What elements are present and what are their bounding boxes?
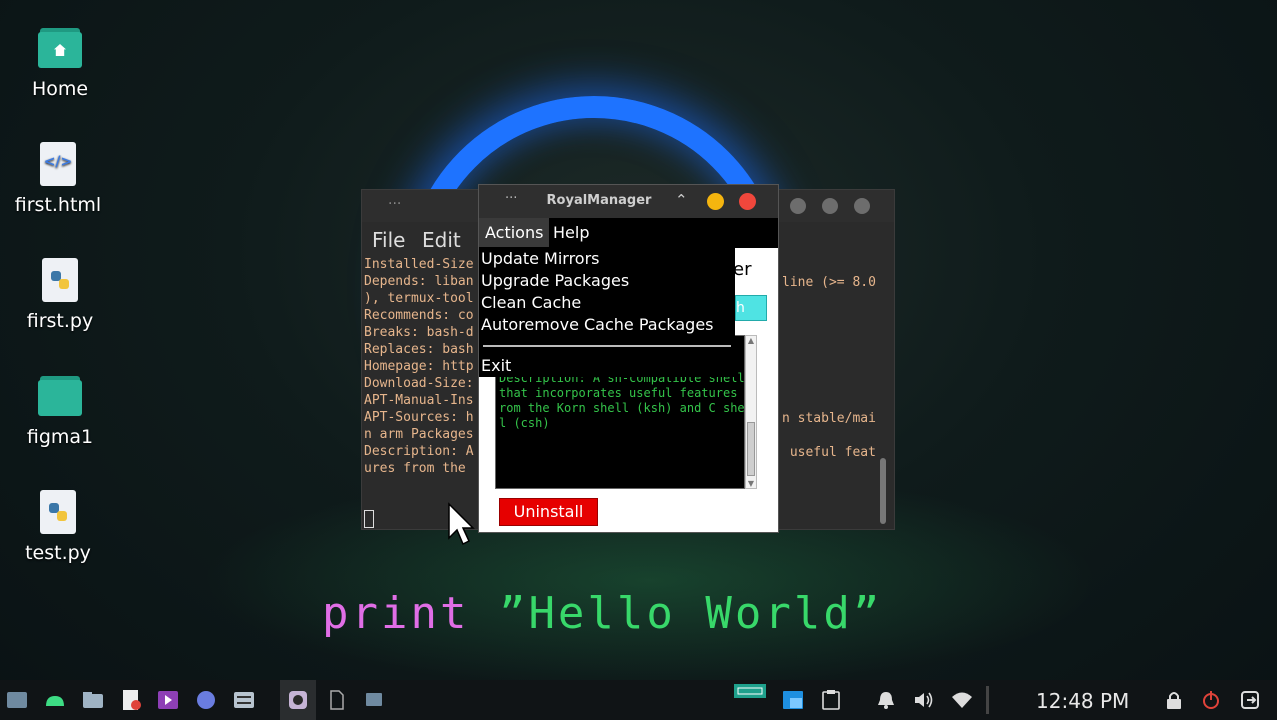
desktop-icon-label: first.html: [14, 194, 102, 216]
terminal-task-icon[interactable]: [363, 690, 385, 710]
mouse-pointer-icon: [448, 502, 475, 546]
uninstall-button[interactable]: Uninstall: [499, 498, 598, 526]
actions-dropdown-menu: Update Mirrors Upgrade Packages Clean Ca…: [479, 247, 735, 377]
media-player-icon[interactable]: [157, 690, 179, 710]
terminal-menu-edit[interactable]: Edit: [422, 228, 461, 252]
close-button[interactable]: [739, 193, 756, 210]
scroll-up-icon[interactable]: ▲: [746, 336, 756, 345]
bell-icon[interactable]: [875, 690, 897, 710]
royalmanager-heading: er: [733, 259, 752, 280]
power-icon[interactable]: [1200, 690, 1222, 710]
terminal-up-button[interactable]: [790, 198, 806, 214]
menu-item-autoremove-cache-packages[interactable]: Autoremove Cache Packages: [481, 315, 714, 334]
menu-help[interactable]: Help: [547, 218, 595, 248]
python-file-icon: [36, 490, 80, 534]
desktop-icon-figma1[interactable]: figma1: [5, 374, 115, 448]
desktop-icon-test-py[interactable]: test.py: [3, 490, 113, 564]
desktop-icon-label: test.py: [25, 542, 91, 564]
minimize-button[interactable]: [707, 193, 724, 210]
textbox-line: l (csh): [499, 416, 550, 430]
terminal-output-right: line (>= 8.0 n stable/mai useful feat: [782, 274, 882, 461]
wifi-icon[interactable]: [951, 690, 973, 710]
window-menu-icon[interactable]: ···: [388, 196, 401, 212]
keyboard-icon[interactable]: [734, 684, 766, 698]
show-desktop-icon[interactable]: [6, 690, 28, 710]
royalmanager-menubar: Actions Help: [479, 218, 778, 248]
royalmanager-task-icon[interactable]: [287, 690, 309, 710]
royalmanager-titlebar[interactable]: ··· RoyalManager ⌃: [479, 185, 778, 218]
wallpaper-text: print ”Hello World”: [322, 588, 882, 639]
wallpaper-string: ”Hello World”: [498, 588, 883, 639]
desktop-icon-first-html[interactable]: </> first.html: [3, 142, 113, 216]
terminal-cursor: [364, 510, 374, 528]
textbox-line: rom the Korn shell (ksh) and C shel: [499, 401, 745, 415]
terminal-menu-file[interactable]: File: [372, 228, 405, 252]
taskbar: 12:48 PM: [0, 680, 1277, 720]
menu-actions[interactable]: Actions: [479, 218, 550, 248]
terminal-scrollbar[interactable]: [880, 458, 886, 524]
settings-icon[interactable]: [233, 690, 255, 710]
android-icon[interactable]: [44, 690, 66, 710]
browser-icon[interactable]: [195, 690, 217, 710]
terminal-line: n stable/mai: [782, 411, 876, 426]
logout-icon[interactable]: [1239, 690, 1261, 710]
document-task-icon[interactable]: [326, 690, 348, 710]
folder-icon: [38, 374, 82, 418]
python-file-icon: [38, 258, 82, 302]
file-manager-icon[interactable]: [82, 690, 104, 710]
lock-icon[interactable]: [1163, 690, 1185, 710]
volume-icon[interactable]: [913, 690, 935, 710]
desktop-icon-label: first.py: [26, 310, 94, 332]
clipboard-icon[interactable]: [820, 690, 842, 710]
terminal-line: line (>= 8.0: [782, 275, 876, 290]
window-icon[interactable]: [782, 690, 804, 710]
scroll-down-icon[interactable]: ▼: [746, 479, 756, 488]
desktop-icon-label: figma1: [26, 426, 94, 448]
home-folder-icon: [38, 26, 82, 70]
desktop-icon-first-py[interactable]: first.py: [5, 258, 115, 332]
textbox-line: that incorporates useful features f: [499, 386, 745, 400]
desktop-icon-home[interactable]: Home: [5, 26, 115, 100]
taskbar-clock[interactable]: 12:48 PM: [1036, 689, 1129, 713]
desktop-icon-label: Home: [31, 78, 89, 100]
wallpaper-keyword: print: [322, 588, 470, 639]
scrollbar-thumb[interactable]: [747, 422, 755, 476]
terminal-minimize-button[interactable]: [822, 198, 838, 214]
text-editor-icon[interactable]: [120, 690, 142, 710]
chevron-up-icon[interactable]: ⌃: [675, 191, 688, 209]
terminal-line: useful feat: [782, 445, 876, 460]
menu-item-upgrade-packages[interactable]: Upgrade Packages: [481, 271, 629, 290]
menu-item-clean-cache[interactable]: Clean Cache: [481, 293, 581, 312]
html-file-icon: </>: [36, 142, 80, 186]
terminal-close-button[interactable]: [854, 198, 870, 214]
menu-item-exit[interactable]: Exit: [481, 356, 511, 375]
menu-separator: [483, 345, 731, 347]
search-button[interactable]: h: [735, 295, 767, 321]
taskbar-separator: [986, 686, 989, 714]
menu-item-update-mirrors[interactable]: Update Mirrors: [481, 249, 600, 268]
package-info-scrollbar[interactable]: ▲ ▼: [745, 335, 757, 489]
